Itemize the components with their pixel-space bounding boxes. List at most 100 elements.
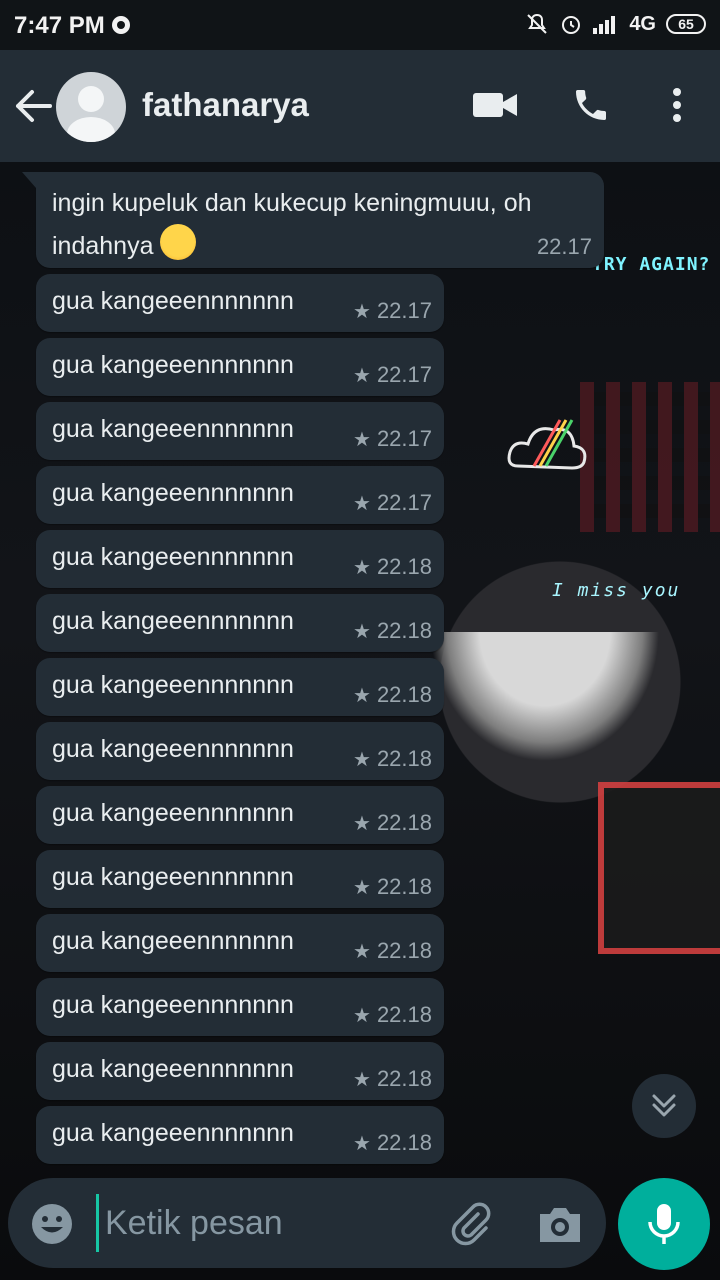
message-text: gua kangeeennnnnnn xyxy=(52,543,294,571)
message-bubble[interactable]: gua kangeeennnnnnn ★ 22.17 xyxy=(36,402,444,460)
star-icon: ★ xyxy=(353,876,371,899)
contact-name[interactable]: fathanarya xyxy=(142,86,309,124)
laughing-emoji-icon xyxy=(160,224,197,260)
message-text: gua kangeeennnnnnn xyxy=(52,1119,294,1147)
battery-indicator: 65 xyxy=(666,14,706,34)
message-bubble[interactable]: gua kangeeennnnnnn ★ 22.18 xyxy=(36,1042,444,1100)
chat-area[interactable]: TRY AGAIN? I miss you ingin kupeluk dan … xyxy=(0,162,720,1280)
message-meta: ★ 22.18 xyxy=(353,1066,432,1092)
back-arrow-icon[interactable] xyxy=(14,88,52,124)
message-text: gua kangeeennnnnnn xyxy=(52,799,294,827)
message-meta: ★ 22.18 xyxy=(353,874,432,900)
mute-icon xyxy=(527,13,548,34)
message-time: 22.18 xyxy=(376,874,432,899)
message-meta: ★ 22.17 xyxy=(353,298,432,324)
star-icon: ★ xyxy=(353,300,371,323)
star-icon: ★ xyxy=(353,940,371,963)
message-meta: 22.17 xyxy=(537,234,592,260)
wallpaper-neon-sign: TRY AGAIN? xyxy=(592,254,711,275)
message-meta: ★ 22.18 xyxy=(353,810,432,836)
more-options-button[interactable] xyxy=(652,80,702,130)
wallpaper-moon xyxy=(430,632,660,762)
message-bubble[interactable]: ingin kupeluk dan kukecup keningmuuu, oh… xyxy=(22,172,604,268)
status-icons: 4G 65 xyxy=(525,12,706,36)
emoji-icon[interactable] xyxy=(30,1202,74,1246)
message-input[interactable]: Ketik pesan xyxy=(96,1194,416,1252)
paperclip-icon[interactable] xyxy=(448,1200,494,1246)
status-time: 7:47 PM xyxy=(14,12,105,39)
network-type: 4G xyxy=(629,12,656,35)
signal-icon xyxy=(593,16,616,34)
message-time: 22.18 xyxy=(376,938,432,963)
message-time: 22.18 xyxy=(376,554,432,579)
star-icon: ★ xyxy=(353,428,371,451)
video-camera-icon xyxy=(473,93,517,117)
status-bar: 7:47 PM 4G 65 xyxy=(0,0,720,50)
more-vertical-icon xyxy=(673,88,681,122)
avatar[interactable] xyxy=(56,72,126,142)
message-text: gua kangeeennnnnnn xyxy=(52,927,294,955)
message-time: 22.18 xyxy=(376,618,432,643)
phone-icon xyxy=(576,90,606,120)
message-text: gua kangeeennnnnnn xyxy=(52,1055,294,1083)
message-meta: ★ 22.18 xyxy=(353,938,432,964)
message-meta: ★ 22.18 xyxy=(353,618,432,644)
voice-call-button[interactable] xyxy=(566,80,616,130)
message-time: 22.18 xyxy=(376,746,432,771)
star-icon: ★ xyxy=(353,1132,371,1155)
wallpaper-neon-caption: I miss you xyxy=(552,580,681,601)
message-text-wrap: ingin kupeluk dan kukecup keningmuuu, oh… xyxy=(52,182,592,267)
alarm-icon xyxy=(562,16,581,34)
message-bubble[interactable]: gua kangeeennnnnnn ★ 22.18 xyxy=(36,530,444,588)
message-time: 22.17 xyxy=(376,426,432,451)
chat-header: fathanarya xyxy=(0,50,720,162)
message-time: 22.17 xyxy=(376,298,432,323)
star-icon: ★ xyxy=(353,620,371,643)
message-text: gua kangeeennnnnnn xyxy=(52,287,294,315)
message-bubble[interactable]: gua kangeeennnnnnn ★ 22.18 xyxy=(36,850,444,908)
message-text: gua kangeeennnnnnn xyxy=(52,607,294,635)
microphone-icon xyxy=(648,1204,680,1244)
star-icon: ★ xyxy=(353,492,371,515)
scroll-to-bottom-button[interactable] xyxy=(632,1074,696,1138)
message-time: 22.17 xyxy=(376,362,432,387)
star-icon: ★ xyxy=(353,684,371,707)
star-icon: ★ xyxy=(353,1004,371,1027)
message-text: gua kangeeennnnnnn xyxy=(52,415,294,443)
message-time: 22.18 xyxy=(376,810,432,835)
star-icon: ★ xyxy=(353,364,371,387)
message-meta: ★ 22.18 xyxy=(353,682,432,708)
video-call-button[interactable] xyxy=(470,80,520,130)
camera-icon[interactable] xyxy=(536,1202,584,1246)
message-time: 22.18 xyxy=(376,1066,432,1091)
wallpaper-sign xyxy=(598,782,720,954)
wallpaper-neon-cloud xyxy=(507,419,587,470)
message-composer: Ketik pesan xyxy=(8,1178,606,1268)
message-bubble[interactable]: gua kangeeennnnnnn ★ 22.18 xyxy=(36,594,444,652)
double-chevron-down-icon xyxy=(652,1094,676,1117)
message-bubble[interactable]: gua kangeeennnnnnn ★ 22.17 xyxy=(36,338,444,396)
message-text: gua kangeeennnnnnn xyxy=(52,735,294,763)
message-meta: ★ 22.18 xyxy=(353,1130,432,1156)
message-meta: ★ 22.17 xyxy=(353,490,432,516)
message-bubble[interactable]: gua kangeeennnnnnn ★ 22.18 xyxy=(36,914,444,972)
star-icon: ★ xyxy=(353,748,371,771)
notification-icon xyxy=(112,16,130,34)
message-bubble[interactable]: gua kangeeennnnnnn ★ 22.17 xyxy=(36,466,444,524)
message-text: gua kangeeennnnnnn xyxy=(52,351,294,379)
message-text: gua kangeeennnnnnn xyxy=(52,479,294,507)
message-text: gua kangeeennnnnnn xyxy=(52,671,294,699)
message-text: gua kangeeennnnnnn xyxy=(52,991,294,1019)
star-icon: ★ xyxy=(353,1068,371,1091)
message-bubble[interactable]: gua kangeeennnnnnn ★ 22.18 xyxy=(36,722,444,780)
message-time: 22.18 xyxy=(376,682,432,707)
star-icon: ★ xyxy=(353,812,371,835)
voice-record-button[interactable] xyxy=(618,1178,710,1270)
message-bubble[interactable]: gua kangeeennnnnnn ★ 22.18 xyxy=(36,1106,444,1164)
wallpaper-building xyxy=(580,382,720,532)
message-bubble[interactable]: gua kangeeennnnnnn ★ 22.18 xyxy=(36,658,444,716)
message-bubble[interactable]: gua kangeeennnnnnn ★ 22.17 xyxy=(36,274,444,332)
message-bubble[interactable]: gua kangeeennnnnnn ★ 22.18 xyxy=(36,786,444,844)
message-bubble[interactable]: gua kangeeennnnnnn ★ 22.18 xyxy=(36,978,444,1036)
message-meta: ★ 22.18 xyxy=(353,1002,432,1028)
